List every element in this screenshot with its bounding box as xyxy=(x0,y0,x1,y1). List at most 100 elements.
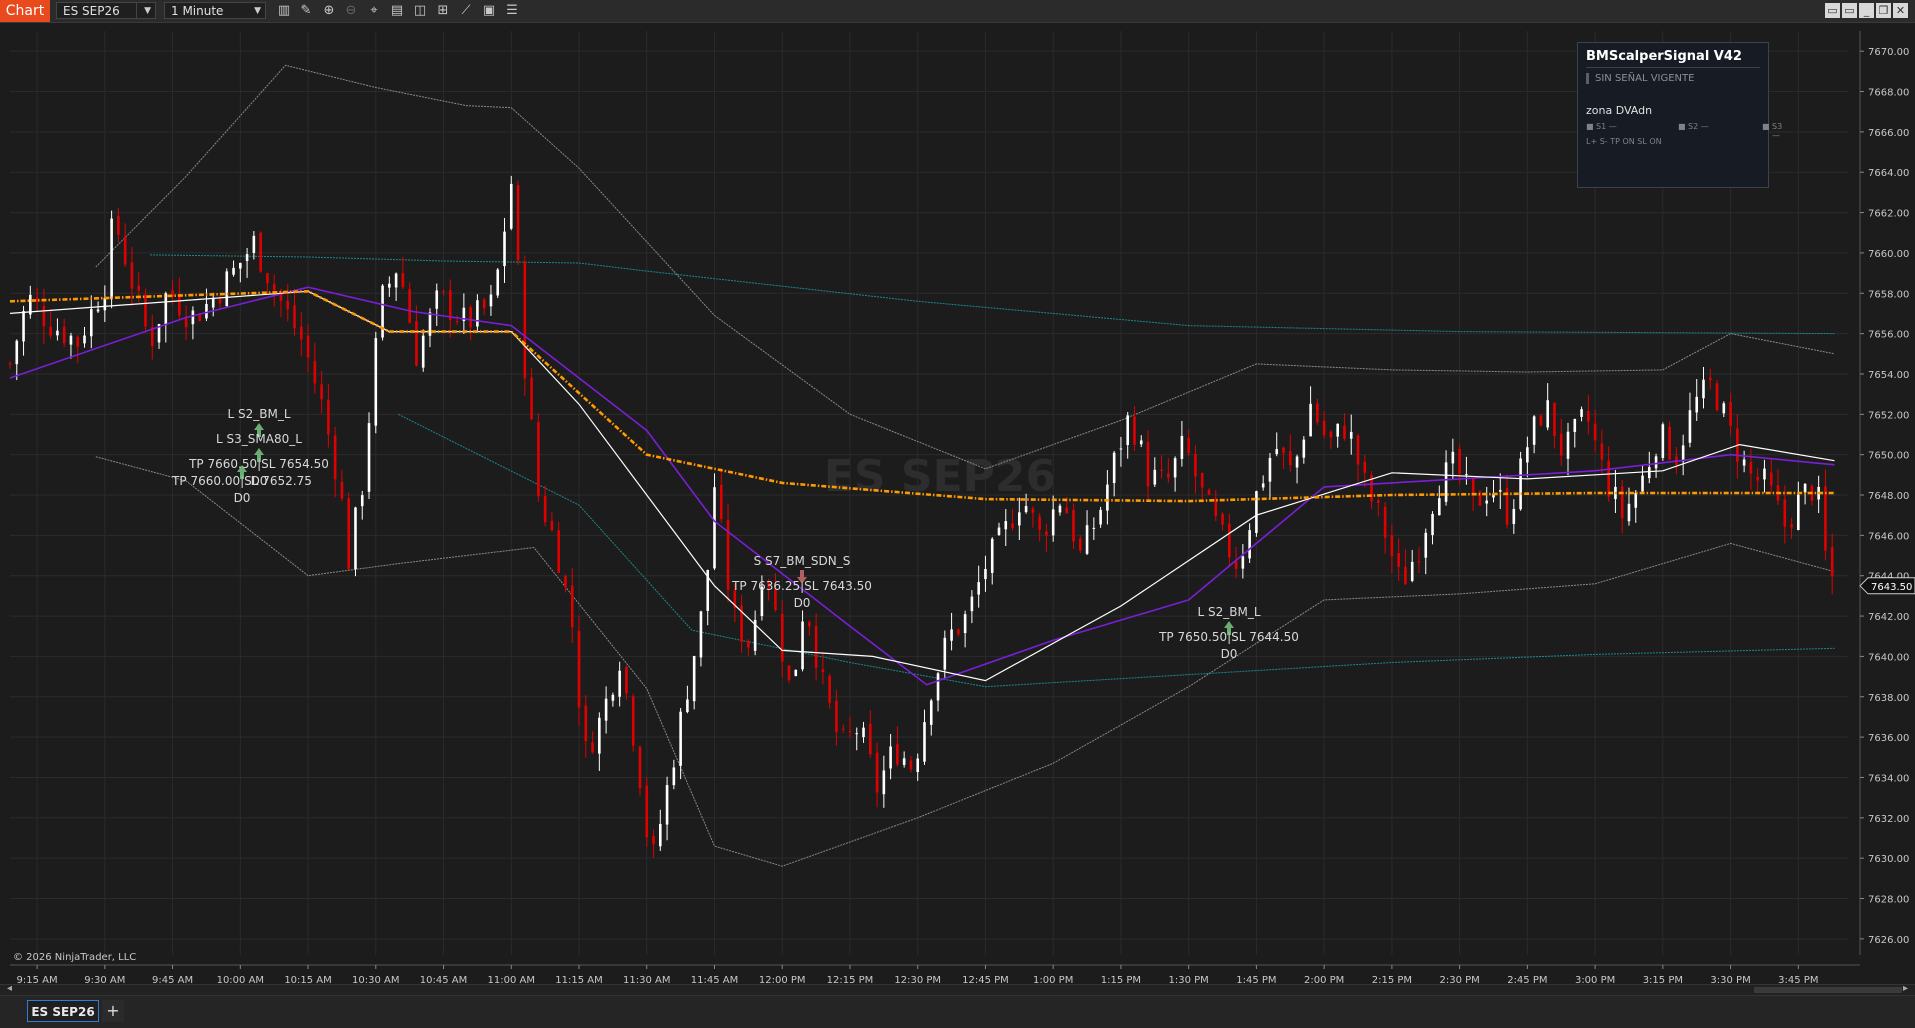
candle-body xyxy=(997,527,1001,535)
scroll-thumb[interactable] xyxy=(1754,987,1902,993)
candle-body xyxy=(1647,467,1651,479)
price-tick-label: 7634.00 xyxy=(1868,773,1909,784)
candle-body xyxy=(645,785,649,838)
strategies-icon[interactable]: ⊞ xyxy=(434,2,452,20)
candle-body xyxy=(1200,472,1204,488)
price-tick-label: 7648.00 xyxy=(1868,491,1909,502)
candle-body xyxy=(8,363,12,365)
candle-body xyxy=(1072,509,1075,542)
candle-body xyxy=(1045,531,1048,536)
signal-depth-label: D0 xyxy=(234,491,251,505)
candle-body xyxy=(130,262,134,289)
candle-body xyxy=(1126,415,1130,445)
candle-body xyxy=(388,283,391,288)
candle-body xyxy=(821,669,825,673)
candle-body xyxy=(1119,448,1123,450)
list-icon[interactable]: ☰ xyxy=(503,2,521,20)
candle-body xyxy=(225,271,229,307)
candle-body xyxy=(1207,490,1211,495)
price-tick-label: 7660.00 xyxy=(1868,249,1909,260)
candle-body xyxy=(83,335,86,344)
flags-row: L+ S- TP ON SL ON xyxy=(1586,137,1662,146)
tile-icon[interactable]: ▭ xyxy=(1825,3,1840,18)
time-tick-label: 9:15 AM xyxy=(17,975,58,983)
candle-body xyxy=(1519,458,1522,510)
candle-body xyxy=(686,699,689,713)
price-tick-label: 7650.00 xyxy=(1868,451,1909,462)
candle-body xyxy=(977,582,980,595)
zoom-out-icon[interactable]: ⊖ xyxy=(342,2,360,20)
chevron-down-icon[interactable]: ▼ xyxy=(254,3,261,20)
candle-body xyxy=(509,183,513,229)
candle-body xyxy=(1763,468,1766,480)
candle-body xyxy=(455,321,459,323)
candle-body xyxy=(598,717,601,754)
candle-body xyxy=(103,297,107,311)
tab-es-sep26[interactable]: ES SEP26 xyxy=(27,1000,99,1022)
chevron-down-icon[interactable]: ▼ xyxy=(144,3,151,20)
crosshair-icon[interactable]: ⌖ xyxy=(365,2,383,20)
candle-body xyxy=(1431,513,1434,536)
bar-type-icon[interactable]: ▥ xyxy=(275,2,293,20)
slot-s2-icon: ■ xyxy=(1678,122,1686,131)
candle-body xyxy=(1180,435,1184,459)
candle-body xyxy=(1451,451,1455,464)
candle-body xyxy=(76,336,80,347)
slot-s1: S1 — xyxy=(1596,122,1617,131)
draw-tool-icon[interactable]: ✎ xyxy=(297,2,315,20)
candle-body xyxy=(1038,516,1041,530)
candle-body xyxy=(1004,521,1008,530)
candle-body xyxy=(1641,475,1644,492)
candle-body xyxy=(855,733,859,735)
instrument-selector[interactable]: ES SEP26 ▼ xyxy=(56,2,156,19)
time-tick-label: 1:15 PM xyxy=(1101,975,1141,983)
candle-body xyxy=(882,770,886,795)
candle-body xyxy=(814,626,818,668)
candle-body xyxy=(1553,402,1556,437)
candle-body xyxy=(1336,423,1339,437)
candle-body xyxy=(1566,431,1570,459)
candle-body xyxy=(327,399,330,435)
template-icon[interactable]: ◫ xyxy=(411,2,429,20)
candle-body xyxy=(89,309,93,337)
chart-panel[interactable]: ES SEP26 L S2_BM_L L S3_SMA80_L TP 7660.50… xyxy=(0,23,1915,993)
candle-body xyxy=(625,667,628,694)
price-tick-label: 7630.00 xyxy=(1868,854,1909,865)
candle-body xyxy=(984,568,987,580)
candle-body xyxy=(1668,426,1671,460)
candle-body xyxy=(1681,445,1685,462)
horizontal-scrollbar[interactable]: ◂ ▸ xyxy=(0,983,1915,995)
candle-body xyxy=(719,484,723,520)
candle-body xyxy=(408,289,411,323)
candle-body xyxy=(672,767,676,786)
candle-body xyxy=(286,300,290,310)
candle-body xyxy=(564,576,567,587)
scroll-left-icon[interactable]: ◂ xyxy=(7,983,12,994)
properties-icon[interactable]: ▣ xyxy=(480,2,498,20)
candle-body xyxy=(476,300,479,327)
candle-body xyxy=(692,655,696,702)
zoom-in-icon[interactable]: ⊕ xyxy=(320,2,338,20)
tile-icon[interactable]: ▭ xyxy=(1842,3,1857,18)
indicators-icon[interactable]: ⟋ xyxy=(457,2,475,20)
candle-body xyxy=(1316,403,1319,423)
close-icon[interactable]: ✕ xyxy=(1893,3,1908,18)
minimize-icon[interactable]: _ xyxy=(1859,3,1874,18)
price-tick-label: 7656.00 xyxy=(1868,330,1909,341)
add-tab-button[interactable]: + xyxy=(102,1000,124,1022)
scroll-right-icon[interactable]: ▸ xyxy=(1903,983,1908,994)
candle-body xyxy=(496,269,500,296)
candle-body xyxy=(1363,461,1367,473)
candle-body xyxy=(218,299,222,304)
interval-selector[interactable]: 1 Minute ▼ xyxy=(164,2,266,19)
restore-icon[interactable]: ❐ xyxy=(1876,3,1891,18)
candle-body xyxy=(340,482,344,499)
candle-body xyxy=(1011,523,1014,529)
data-box-icon[interactable]: ▤ xyxy=(388,2,406,20)
candle-body xyxy=(1546,400,1549,428)
chart-menu-button[interactable]: Chart xyxy=(0,0,50,22)
time-tick-label: 3:00 PM xyxy=(1575,975,1615,983)
candle-body xyxy=(896,744,899,765)
last-price-label: 7643.50 xyxy=(1871,582,1912,593)
candle-body xyxy=(1078,538,1082,551)
